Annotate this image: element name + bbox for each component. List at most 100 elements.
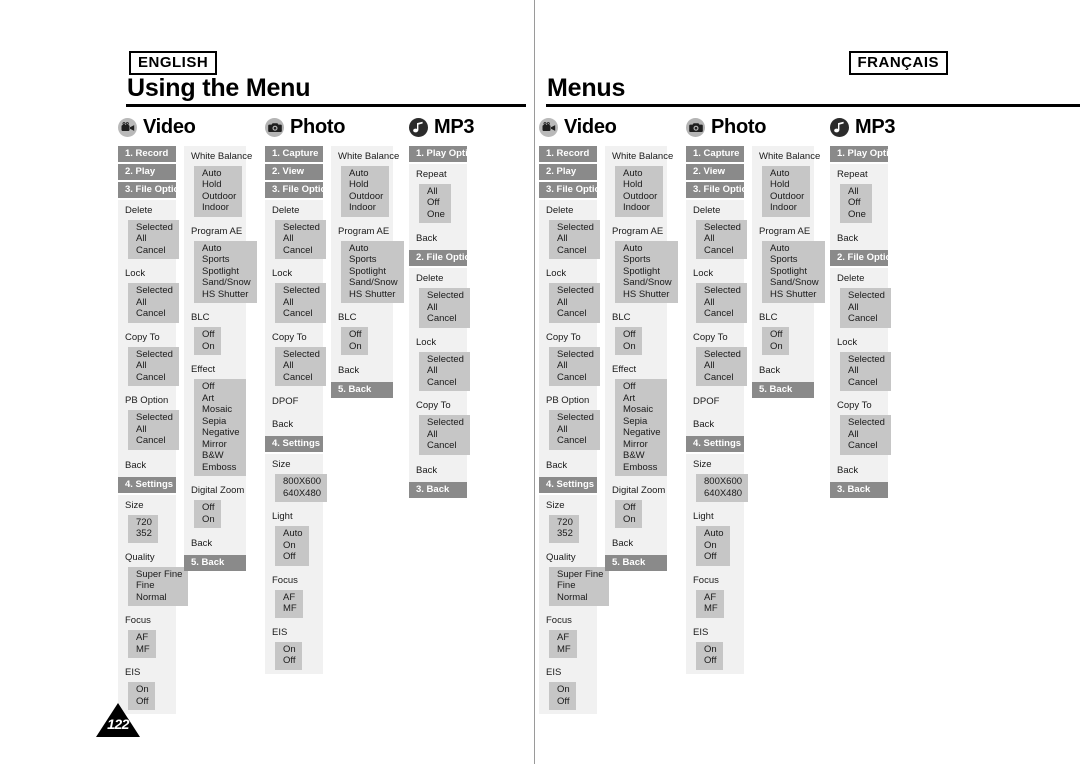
menu-header-2-file-options[interactable]: 2. File Options xyxy=(409,250,481,267)
menu-group-label[interactable]: Focus xyxy=(686,570,744,590)
menu-option-selected[interactable]: Selected xyxy=(283,349,320,361)
menu-group-label[interactable]: Copy To xyxy=(265,327,323,347)
menu-option-all[interactable]: All xyxy=(557,233,594,245)
menu-option-off[interactable]: Off xyxy=(557,696,570,708)
menu-option-selected[interactable]: Selected xyxy=(136,349,173,361)
menu-group-label[interactable]: Program AE xyxy=(605,221,667,241)
menu-option-352[interactable]: 352 xyxy=(557,528,573,540)
menu-option-all[interactable]: All xyxy=(848,302,885,314)
menu-option-sepia[interactable]: Sepia xyxy=(623,416,661,428)
menu-option-selected[interactable]: Selected xyxy=(136,285,173,297)
menu-option-720[interactable]: 720 xyxy=(136,517,152,529)
menu-option-hs-shutter[interactable]: HS Shutter xyxy=(202,289,251,301)
menu-option-off[interactable]: Off xyxy=(349,329,362,341)
menu-group-label[interactable]: EIS xyxy=(686,622,744,642)
menu-option-auto[interactable]: Auto xyxy=(202,243,251,255)
menu-option-off[interactable]: Off xyxy=(623,502,636,514)
menu-group-label[interactable]: Effect xyxy=(184,359,246,379)
menu-option-selected[interactable]: Selected xyxy=(136,412,173,424)
menu-option-selected[interactable]: Selected xyxy=(848,290,885,302)
menu-option-all[interactable]: All xyxy=(136,233,173,245)
menu-option-all[interactable]: All xyxy=(848,186,866,198)
menu-option-all[interactable]: All xyxy=(557,360,594,372)
menu-option-on[interactable]: On xyxy=(623,514,636,526)
menu-option-af[interactable]: AF xyxy=(557,632,571,644)
menu-option-selected[interactable]: Selected xyxy=(704,285,741,297)
menu-group-label[interactable]: BLC xyxy=(752,307,814,327)
menu-option-auto[interactable]: Auto xyxy=(283,528,303,540)
menu-item-back[interactable]: Back xyxy=(539,453,597,477)
menu-option-hold[interactable]: Hold xyxy=(623,179,657,191)
menu-group-label[interactable]: Size xyxy=(118,495,176,515)
menu-header-1-play-options[interactable]: 1. Play Options xyxy=(409,146,485,162)
menu-group-label[interactable]: PB Option xyxy=(118,390,176,410)
menu-option-cancel[interactable]: Cancel xyxy=(704,308,741,320)
menu-option-on[interactable]: On xyxy=(704,644,717,656)
menu-option-sand-snow[interactable]: Sand/Snow xyxy=(349,277,398,289)
menu-option-640x480[interactable]: 640X480 xyxy=(704,488,742,500)
menu-option-spotlight[interactable]: Spotlight xyxy=(202,266,251,278)
menu-option-selected[interactable]: Selected xyxy=(557,222,594,234)
menu-option-sports[interactable]: Sports xyxy=(202,254,251,266)
menu-option-hs-shutter[interactable]: HS Shutter xyxy=(623,289,672,301)
menu-option-all[interactable]: All xyxy=(136,360,173,372)
menu-group-label[interactable]: Delete xyxy=(830,268,888,288)
menu-option-cancel[interactable]: Cancel xyxy=(283,245,320,257)
menu-option-selected[interactable]: Selected xyxy=(704,349,741,361)
menu-group-label[interactable]: PB Option xyxy=(539,390,597,410)
menu-option-on[interactable]: On xyxy=(283,644,296,656)
menu-option-selected[interactable]: Selected xyxy=(557,285,594,297)
menu-option-selected[interactable]: Selected xyxy=(427,290,464,302)
menu-option-selected[interactable]: Selected xyxy=(557,349,594,361)
menu-option-cancel[interactable]: Cancel xyxy=(136,308,173,320)
menu-option-off[interactable]: Off xyxy=(848,197,866,209)
menu-option-off[interactable]: Off xyxy=(770,329,783,341)
menu-option-all[interactable]: All xyxy=(136,297,173,309)
menu-group-label[interactable]: Focus xyxy=(539,610,597,630)
menu-header-2-file-options[interactable]: 2. File Options xyxy=(830,250,902,267)
menu-option-art[interactable]: Art xyxy=(202,393,240,405)
menu-group-label[interactable]: Digital Zoom xyxy=(184,480,246,500)
menu-option-off[interactable]: Off xyxy=(202,329,215,341)
menu-group-label[interactable]: Copy To xyxy=(409,395,467,415)
menu-option-spotlight[interactable]: Spotlight xyxy=(770,266,819,278)
menu-group-label[interactable]: Light xyxy=(265,506,323,526)
menu-option-fine[interactable]: Fine xyxy=(136,580,182,592)
menu-group-label[interactable]: Delete xyxy=(118,200,176,220)
menu-option-on[interactable]: On xyxy=(770,341,783,353)
menu-option-all[interactable]: All xyxy=(283,233,320,245)
menu-option-off[interactable]: Off xyxy=(623,329,636,341)
menu-group-label[interactable]: Lock xyxy=(539,263,597,283)
menu-group-label[interactable]: Focus xyxy=(118,610,176,630)
menu-item-back[interactable]: Back xyxy=(830,227,888,251)
menu-item-back[interactable]: Back xyxy=(265,413,323,437)
menu-option-off[interactable]: Off xyxy=(283,551,303,563)
menu-group-label[interactable]: Lock xyxy=(118,263,176,283)
menu-option-bandw[interactable]: B&W xyxy=(623,450,661,462)
menu-option-all[interactable]: All xyxy=(427,429,464,441)
menu-header-3-back[interactable]: 3. Back xyxy=(830,481,888,498)
menu-group-label[interactable]: Lock xyxy=(265,263,323,283)
menu-option-all[interactable]: All xyxy=(283,360,320,372)
menu-group-label[interactable]: Size xyxy=(539,495,597,515)
menu-header-1-record[interactable]: 1. Record xyxy=(539,146,597,162)
menu-option-all[interactable]: All xyxy=(704,233,741,245)
menu-header-5-back[interactable]: 5. Back xyxy=(184,555,246,572)
menu-option-all[interactable]: All xyxy=(557,424,594,436)
menu-item-back[interactable]: Back xyxy=(409,458,467,482)
menu-item-dpof[interactable]: DPOF xyxy=(265,390,323,414)
menu-header-5-back[interactable]: 5. Back xyxy=(605,555,667,572)
menu-option-auto[interactable]: Auto xyxy=(623,243,672,255)
menu-option-all[interactable]: All xyxy=(848,429,885,441)
menu-header-3-file-options[interactable]: 3. File Options xyxy=(265,181,337,198)
menu-option-on[interactable]: On xyxy=(202,341,215,353)
menu-header-5-back[interactable]: 5. Back xyxy=(331,382,393,399)
menu-option-super-fine[interactable]: Super Fine xyxy=(557,569,603,581)
menu-group-label[interactable]: Program AE xyxy=(752,221,814,241)
menu-option-fine[interactable]: Fine xyxy=(557,580,603,592)
menu-header-1-record[interactable]: 1. Record xyxy=(118,146,176,162)
menu-option-cancel[interactable]: Cancel xyxy=(427,440,464,452)
menu-option-negative[interactable]: Negative xyxy=(202,427,240,439)
menu-option-bandw[interactable]: B&W xyxy=(202,450,240,462)
menu-option-cancel[interactable]: Cancel xyxy=(557,308,594,320)
